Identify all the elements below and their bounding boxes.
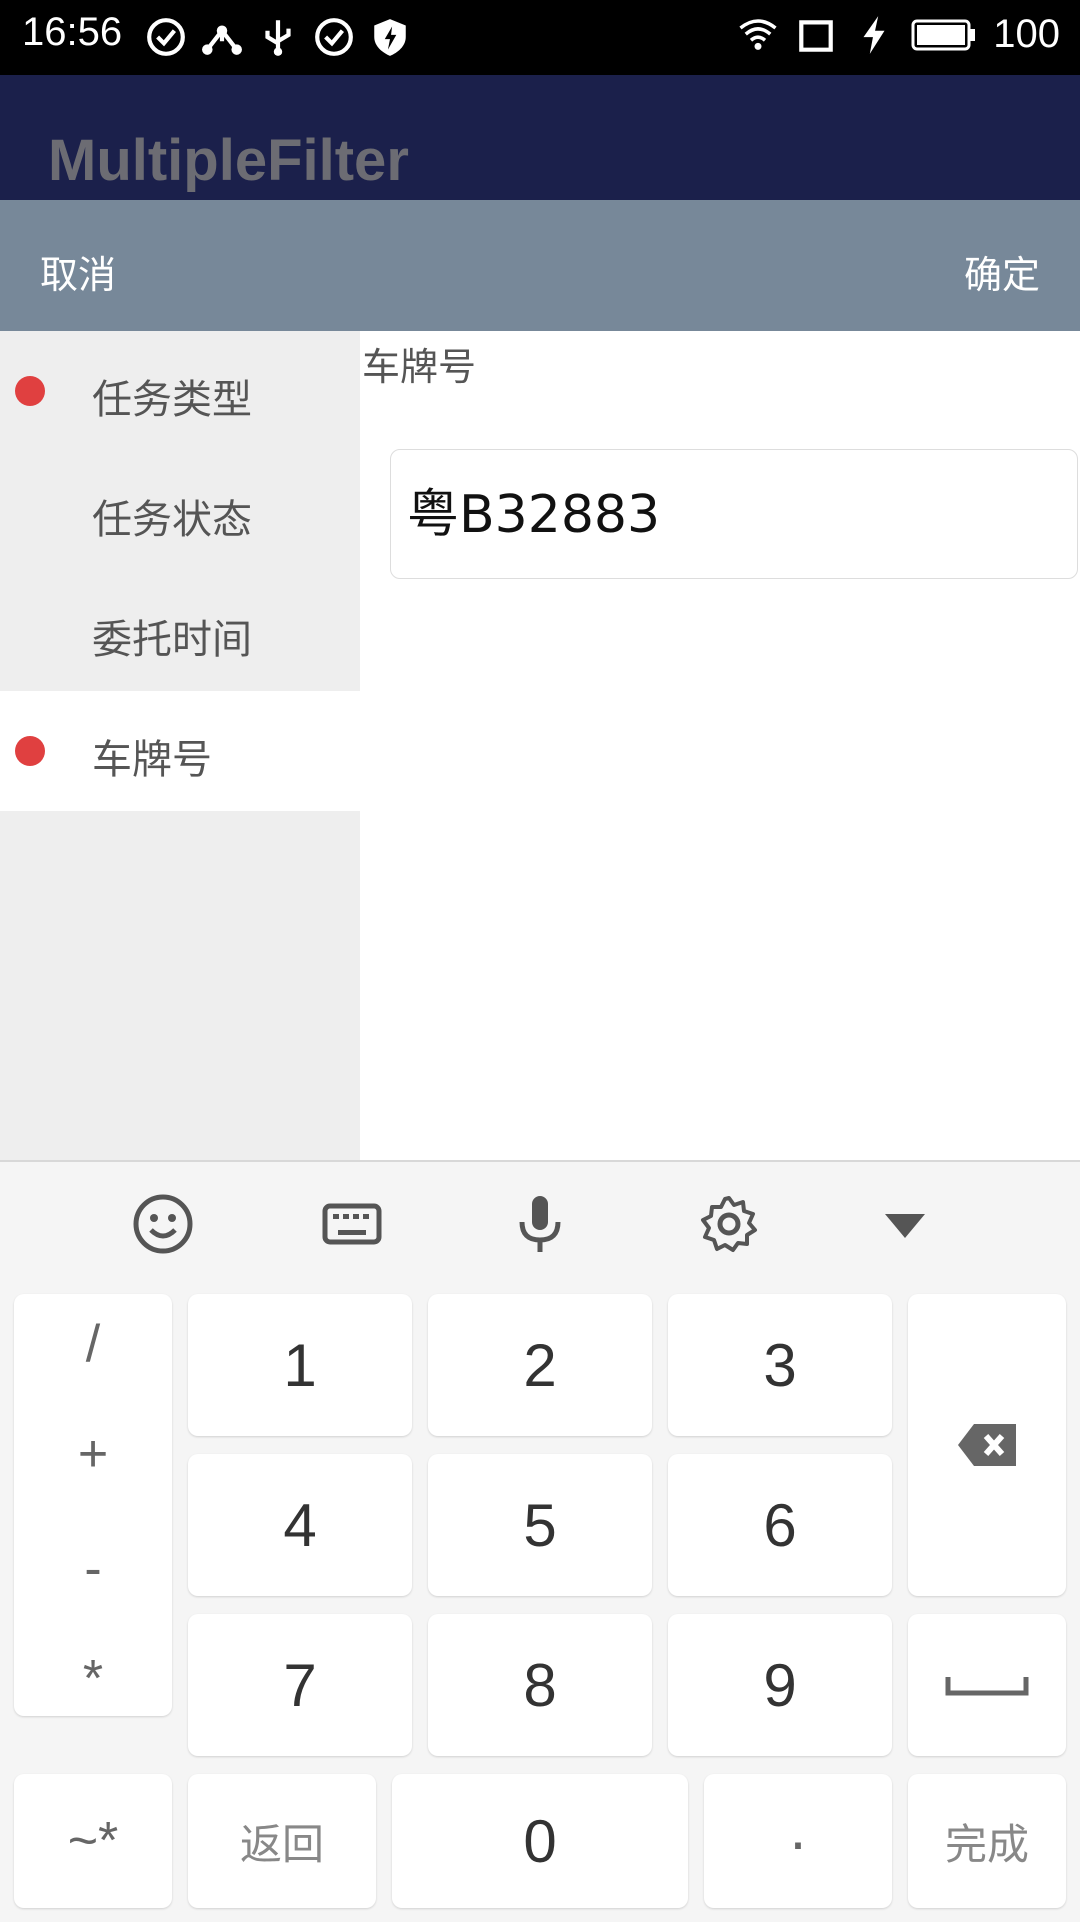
plate-number-input[interactable]: 粤B32883	[390, 449, 1078, 579]
key-9[interactable]: 9	[668, 1614, 892, 1756]
check-circle-icon	[315, 18, 353, 56]
category-item-task-type[interactable]: 任务类型	[0, 331, 360, 451]
more-symbols-key[interactable]: ~*	[14, 1774, 172, 1908]
check-circle-icon	[147, 18, 185, 56]
selected-indicator-dot	[15, 376, 45, 406]
backspace-key[interactable]	[908, 1294, 1066, 1596]
usb-icon	[265, 20, 291, 56]
battery-icon	[911, 19, 976, 50]
category-item-task-status[interactable]: 任务状态	[0, 451, 360, 571]
numeric-keyboard: / + - * 1 2 3 4 5 6 7 8 9 ~* 返回 0 · 完成	[0, 1160, 1080, 1922]
key-7[interactable]: 7	[188, 1614, 412, 1756]
status-bar: 16:56 100	[0, 0, 1080, 75]
confirm-button[interactable]: 确定	[964, 244, 1040, 299]
selected-indicator-dot	[15, 736, 45, 766]
symbol-column: / + - *	[14, 1294, 172, 1716]
battery-level: 100	[993, 12, 1060, 56]
filter-category-list: 任务类型 任务状态 委托时间 车牌号	[0, 331, 360, 1161]
network-share-icon	[202, 25, 242, 55]
status-time: 16:56	[22, 10, 123, 54]
category-label: 委托时间	[92, 617, 252, 663]
key-2[interactable]: 2	[428, 1294, 652, 1436]
key-8[interactable]: 8	[428, 1614, 652, 1756]
key-1[interactable]: 1	[188, 1294, 412, 1436]
filter-action-bar: 取消 确定	[0, 200, 1080, 331]
emoji-icon[interactable]	[131, 1192, 195, 1256]
space-bar-icon	[945, 1677, 1029, 1696]
section-title: 车牌号	[362, 345, 477, 389]
charging-icon	[863, 15, 885, 54]
keyboard-toolbar	[0, 1162, 1080, 1287]
back-key[interactable]: 返回	[188, 1774, 376, 1908]
category-label: 任务状态	[92, 497, 252, 543]
key-3[interactable]: 3	[668, 1294, 892, 1436]
settings-icon[interactable]	[697, 1192, 761, 1256]
category-label: 车牌号	[92, 737, 212, 783]
cancel-button[interactable]: 取消	[40, 244, 116, 299]
key-4[interactable]: 4	[188, 1454, 412, 1596]
app-bar: MultipleFilter	[0, 75, 1080, 200]
category-label: 任务类型	[92, 377, 252, 423]
key-plus[interactable]: +	[14, 1424, 172, 1484]
microphone-icon[interactable]	[508, 1192, 572, 1256]
key-6[interactable]: 6	[668, 1454, 892, 1596]
shield-icon	[374, 19, 406, 56]
backspace-icon	[958, 1424, 1016, 1466]
key-asterisk[interactable]: *	[14, 1649, 172, 1709]
key-slash[interactable]: /	[14, 1314, 172, 1374]
key-0[interactable]: 0	[392, 1774, 688, 1908]
category-item-plate-number[interactable]: 车牌号	[0, 691, 360, 811]
key-dot[interactable]: ·	[704, 1774, 892, 1908]
app-title: MultipleFilter	[48, 128, 409, 193]
hide-keyboard-icon[interactable]	[873, 1192, 937, 1256]
key-5[interactable]: 5	[428, 1454, 652, 1596]
space-key[interactable]	[908, 1614, 1066, 1756]
keyboard-icon[interactable]	[320, 1192, 384, 1256]
no-sim-icon	[799, 19, 834, 52]
key-minus[interactable]: -	[14, 1539, 172, 1599]
wifi-icon	[739, 18, 777, 50]
category-item-entrust-time[interactable]: 委托时间	[0, 571, 360, 691]
done-key[interactable]: 完成	[908, 1774, 1066, 1908]
